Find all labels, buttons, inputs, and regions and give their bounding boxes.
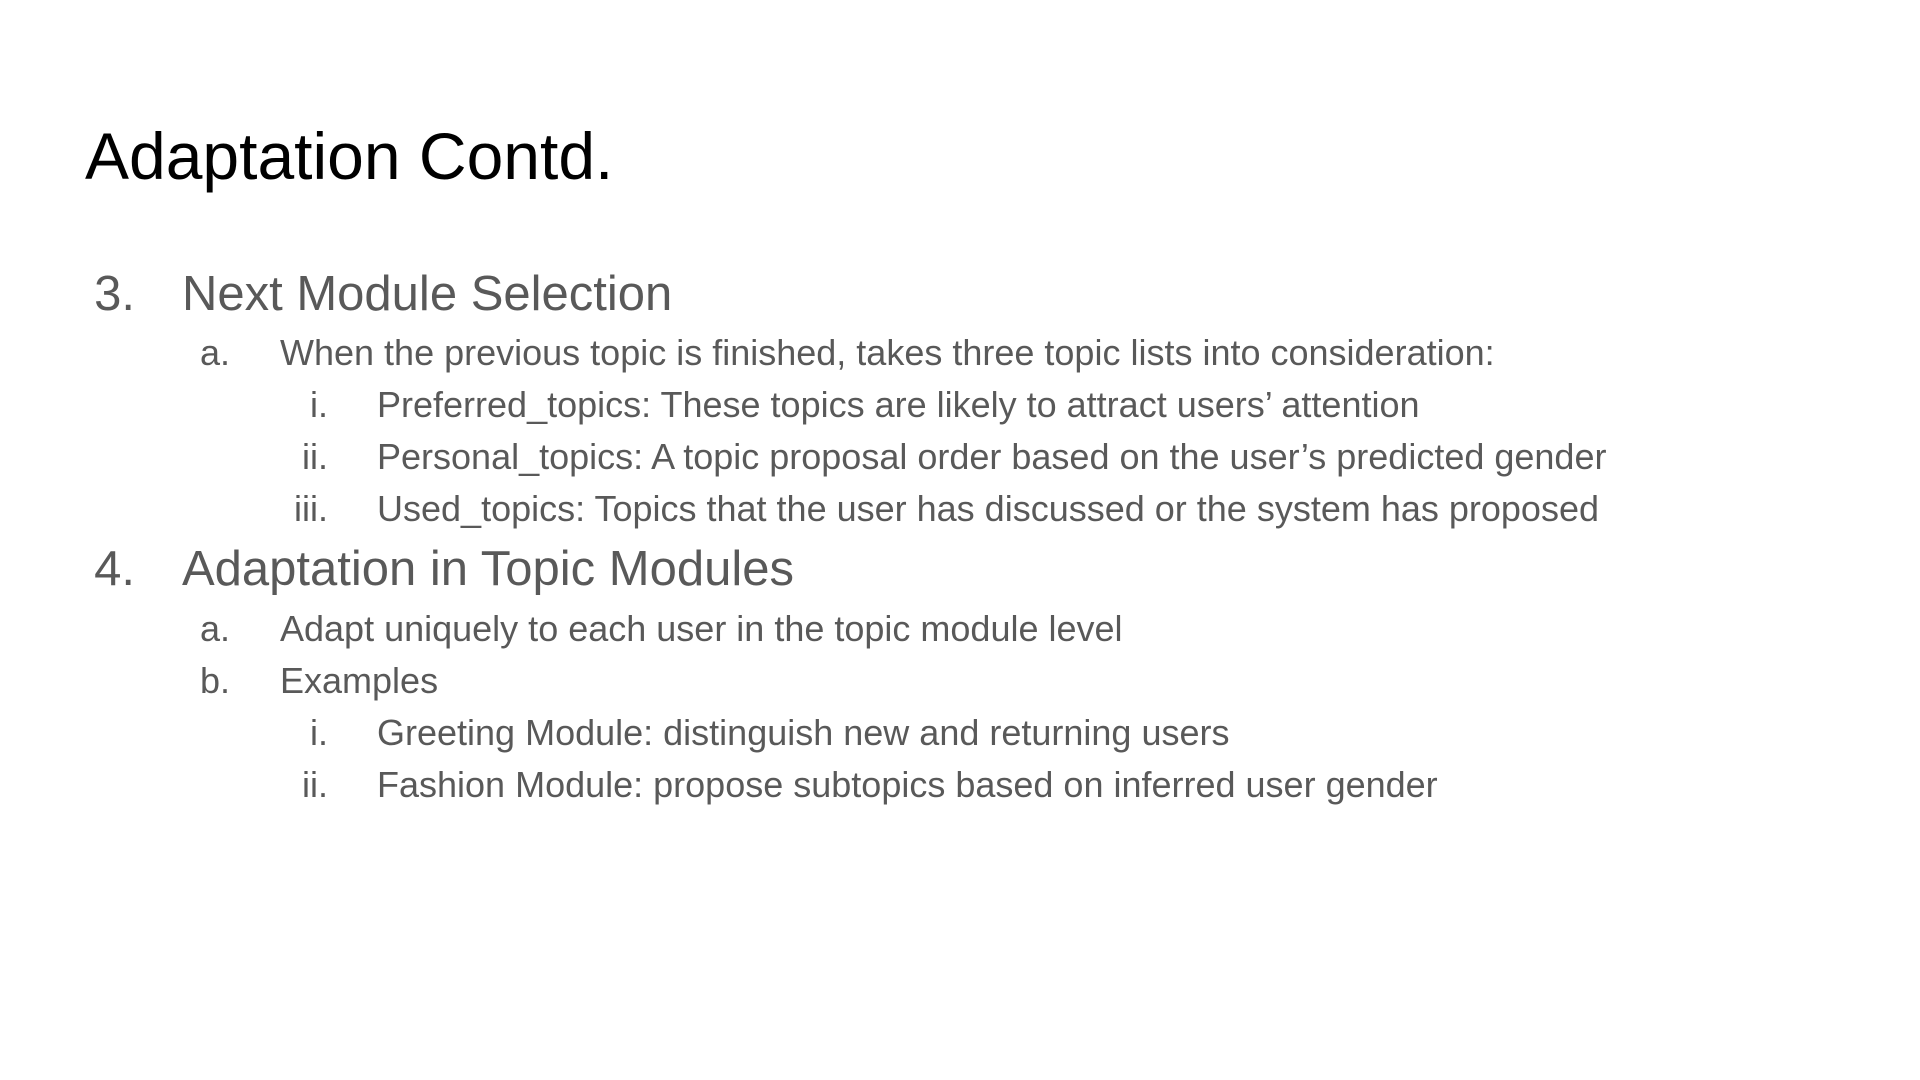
list-item-text: Examples xyxy=(280,660,439,701)
list-marker: 3. xyxy=(94,267,135,321)
list-item-text: Greeting Module: distinguish new and ret… xyxy=(377,712,1230,753)
list-item-text: Fashion Module: propose subtopics based … xyxy=(377,764,1438,805)
list-marker: ii. xyxy=(302,764,328,805)
list-item-text: When the previous topic is finished, tak… xyxy=(280,332,1495,373)
list-marker: ii. xyxy=(302,436,328,477)
list-marker: b. xyxy=(199,660,230,701)
list-item-text: Personal_topics: A topic proposal order … xyxy=(377,436,1607,477)
list-marker: a. xyxy=(199,332,230,373)
list-marker: i. xyxy=(310,384,328,425)
list-marker: 4. xyxy=(94,542,135,596)
list-item-text: Next Module Selection xyxy=(182,267,673,321)
list-marker: a. xyxy=(199,608,230,649)
list-item-text: Used_topics: Topics that the user has di… xyxy=(377,488,1599,529)
list-marker: i. xyxy=(310,712,328,753)
list-marker: iii. xyxy=(294,488,328,529)
slide: Adaptation Contd. 3. Next Module Selecti… xyxy=(0,0,1920,1080)
list-item-text: Preferred_topics: These topics are likel… xyxy=(377,384,1420,425)
list-item-text: Adaptation in Topic Modules xyxy=(182,542,794,596)
list-item-text: Adapt uniquely to each user in the topic… xyxy=(280,608,1123,649)
slide-title: Adaptation Contd. xyxy=(85,119,614,193)
